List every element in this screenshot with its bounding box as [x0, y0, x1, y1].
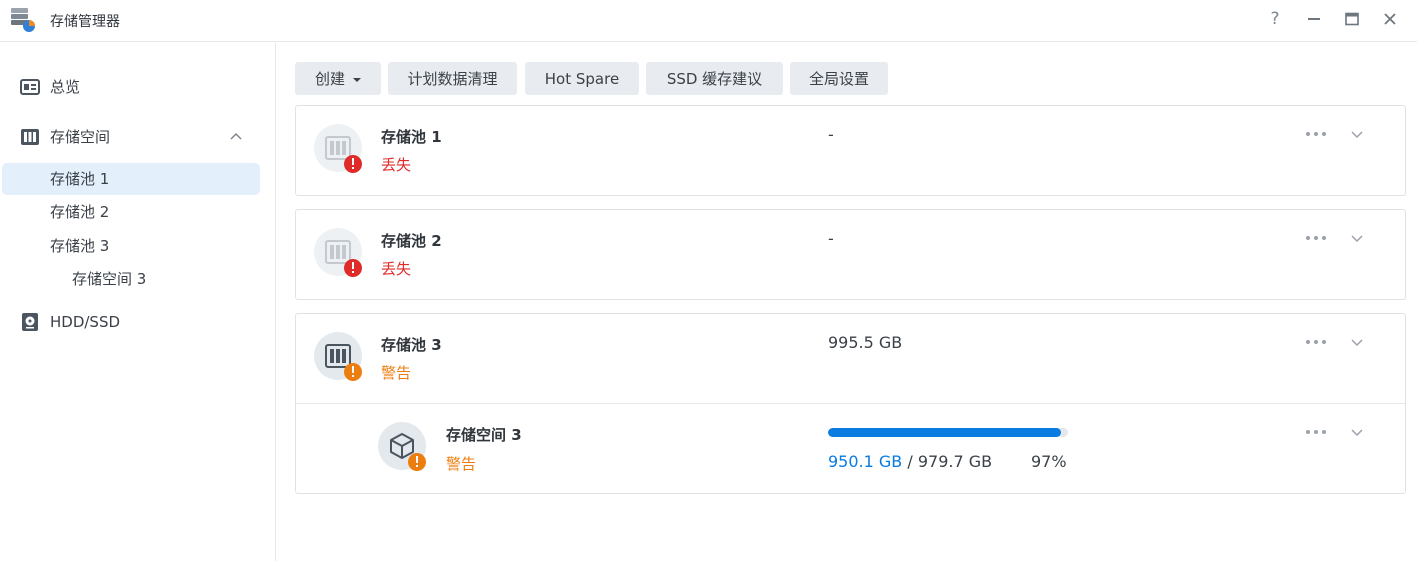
pool-card: 存储池 1 丢失 - — [295, 105, 1406, 196]
pool-status: 丢失 — [381, 260, 412, 278]
volume-warning-icon — [378, 422, 426, 471]
close-icon[interactable] — [1379, 8, 1401, 30]
pool-name: 存储池 1 — [381, 128, 442, 146]
scrub-schedule-button[interactable]: 计划数据清理 — [388, 62, 517, 95]
ssd-cache-advisor-button[interactable]: SSD 缓存建议 — [646, 62, 783, 95]
global-settings-button[interactable]: 全局设置 — [790, 62, 888, 95]
sidebar-item-overview[interactable]: 总览 — [0, 70, 260, 104]
minimize-icon[interactable] — [1303, 8, 1325, 30]
sidebar-item-label: 存储池 2 — [50, 203, 110, 221]
pool-card: 存储池 3 警告 995.5 GB 存储空间 3 警告 950.1 GB / 9… — [295, 313, 1406, 494]
app-title: 存储管理器 — [50, 14, 120, 30]
pool-size: - — [828, 229, 834, 248]
usage-separator: / — [907, 452, 913, 471]
pool-row[interactable]: 存储池 1 丢失 - — [296, 106, 1405, 195]
sidebar-item-pool-3[interactable]: 存储池 3 — [2, 230, 260, 262]
title-bar: 存储管理器 ? — [0, 0, 1417, 42]
chevron-up-icon[interactable] — [228, 129, 244, 145]
pool-size: - — [828, 125, 834, 144]
volume-name: 存储空间 3 — [446, 426, 522, 444]
more-options-icon[interactable] — [1304, 230, 1328, 246]
pool-row[interactable]: 存储池 3 警告 995.5 GB — [296, 314, 1405, 403]
hot-spare-button[interactable]: Hot Spare — [525, 62, 639, 95]
sidebar-item-label: 总览 — [50, 78, 81, 96]
pool-size: 995.5 GB — [828, 333, 903, 352]
pool-name: 存储池 2 — [381, 232, 442, 250]
more-options-icon[interactable] — [1304, 334, 1328, 350]
create-button[interactable]: 创建 — [295, 62, 381, 95]
sidebar-item-hdd-ssd[interactable]: HDD/SSD — [0, 305, 260, 339]
more-options-icon[interactable] — [1304, 424, 1328, 440]
storage-icon — [21, 129, 39, 145]
storage-pool-warning-icon — [314, 332, 362, 381]
sidebar-item-pool-1[interactable]: 存储池 1 — [2, 163, 260, 195]
storage-manager-app-icon — [11, 8, 35, 32]
usage-progress-bar — [828, 428, 1068, 437]
more-options-icon[interactable] — [1304, 126, 1328, 142]
usage-percent: 97% — [1031, 452, 1067, 471]
sidebar-item-label: 存储池 3 — [50, 237, 110, 255]
sidebar: 总览 存储空间 存储池 1 存储池 2 存储池 3 存储空间 3 HDD/SSD — [0, 43, 276, 561]
sidebar-item-label: 存储空间 — [50, 128, 111, 146]
usage-progress-fill — [828, 428, 1061, 437]
total-capacity: 979.7 GB — [917, 452, 993, 471]
pool-status: 警告 — [381, 364, 412, 382]
disk-icon — [22, 313, 38, 331]
pool-name: 存储池 3 — [381, 336, 442, 354]
sidebar-item-label: 存储空间 3 — [72, 270, 147, 288]
pool-row[interactable]: 存储池 2 丢失 - — [296, 210, 1405, 299]
used-capacity: 950.1 GB — [828, 452, 903, 471]
sidebar-item-volume-3[interactable]: 存储空间 3 — [2, 263, 260, 295]
usage-text: 950.1 GB / 979.7 GB — [828, 452, 992, 471]
create-button-label: 创建 — [314, 70, 345, 88]
chevron-down-icon[interactable] — [1349, 126, 1365, 142]
chevron-down-icon[interactable] — [1349, 230, 1365, 246]
pool-card: 存储池 2 丢失 - — [295, 209, 1406, 300]
maximize-icon[interactable] — [1341, 8, 1363, 30]
chevron-down-icon[interactable] — [1349, 424, 1365, 440]
overview-icon — [20, 79, 40, 95]
sidebar-item-label: HDD/SSD — [50, 313, 121, 331]
caret-down-icon — [353, 77, 361, 82]
storage-pool-error-icon — [314, 124, 362, 173]
sidebar-item-label: 存储池 1 — [50, 170, 110, 188]
volume-row[interactable]: 存储空间 3 警告 950.1 GB / 979.7 GB 97% — [296, 403, 1405, 493]
help-icon[interactable]: ? — [1264, 8, 1286, 30]
volume-status: 警告 — [446, 455, 477, 473]
sidebar-item-pool-2[interactable]: 存储池 2 — [2, 196, 260, 228]
storage-pool-error-icon — [314, 228, 362, 277]
sidebar-item-storage[interactable]: 存储空间 — [0, 120, 260, 154]
pool-status: 丢失 — [381, 156, 412, 174]
chevron-down-icon[interactable] — [1349, 334, 1365, 350]
